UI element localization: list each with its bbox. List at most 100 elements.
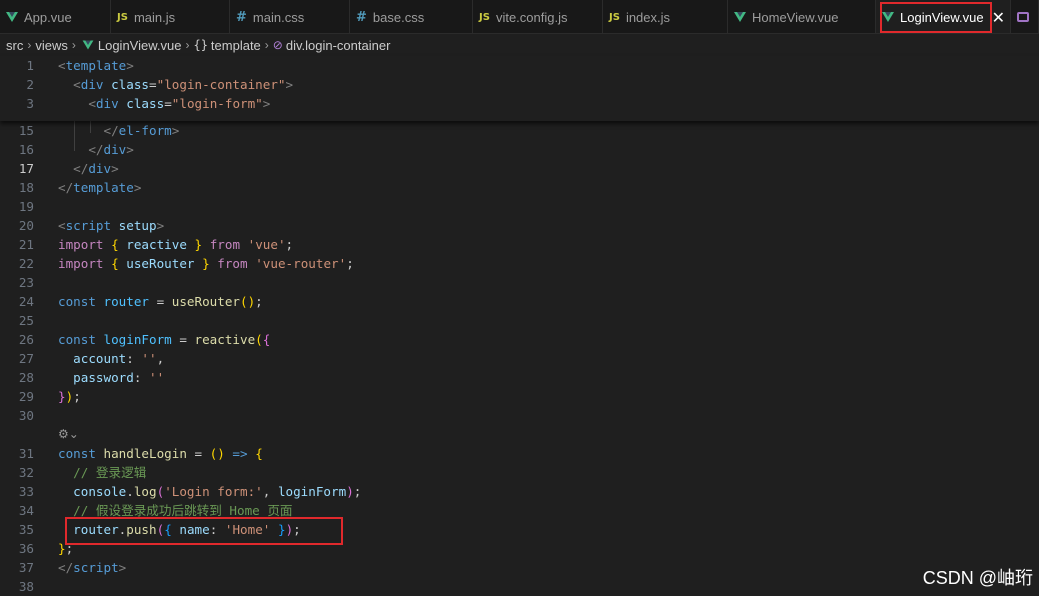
code-token: = bbox=[186, 446, 210, 461]
tab-loginview-vue[interactable]: LoginView.vue ✕ bbox=[876, 0, 1011, 33]
code-token: ; bbox=[285, 237, 294, 252]
breadcrumb-element[interactable]: div.login-container bbox=[286, 38, 391, 53]
code-line[interactable]: ⚙⌄ bbox=[0, 425, 1039, 444]
tab-homeview-vue[interactable]: HomeView.vue bbox=[728, 0, 876, 33]
code-text: <script setup> bbox=[58, 216, 164, 235]
line-number: 31 bbox=[18, 446, 34, 461]
line-number: 24 bbox=[18, 294, 34, 309]
code-token: = bbox=[149, 294, 172, 309]
code-token: reactive bbox=[118, 237, 195, 252]
code-text: password: '' bbox=[58, 368, 164, 387]
code-token: div bbox=[88, 161, 112, 176]
code-line[interactable]: 22 import { useRouter } from 'vue-router'… bbox=[0, 254, 1039, 273]
code-line[interactable]: 35 router.push({ name: 'Home' }); bbox=[0, 520, 1039, 539]
code-token: const bbox=[58, 446, 96, 461]
tab-app-vue[interactable]: App.vue bbox=[0, 0, 111, 33]
code-token: } bbox=[58, 389, 66, 404]
code-token: = bbox=[149, 77, 157, 92]
code-text: account: '', bbox=[58, 349, 164, 368]
code-line[interactable]: 30 bbox=[0, 406, 1039, 425]
code-token: < bbox=[58, 218, 66, 233]
code-line[interactable]: 36}; bbox=[0, 539, 1039, 558]
line-number: 15 bbox=[18, 123, 34, 138]
code-token: => bbox=[224, 446, 248, 461]
breadcrumb-file[interactable]: LoginView.vue bbox=[98, 38, 182, 53]
tab-overflow[interactable] bbox=[1011, 0, 1039, 33]
code-line[interactable]: 21 import { reactive } from 'vue'; bbox=[0, 235, 1039, 254]
code-line[interactable]: 17 </div> bbox=[0, 159, 1039, 178]
code-token: ) bbox=[346, 484, 354, 499]
code-line[interactable]: 37 </script> bbox=[0, 558, 1039, 577]
breadcrumb-src[interactable]: src bbox=[6, 38, 23, 53]
line-number: 2 bbox=[26, 77, 34, 92]
line-number: 35 bbox=[18, 522, 34, 537]
js-file-icon: JS bbox=[609, 11, 620, 23]
code-text: }); bbox=[58, 387, 81, 406]
codelens-icon[interactable]: ⚙⌄ bbox=[58, 425, 79, 444]
code-line[interactable]: 24 const router = useRouter(); bbox=[0, 292, 1039, 311]
breadcrumb-views[interactable]: views bbox=[35, 38, 68, 53]
code-line[interactable]: 38 bbox=[0, 577, 1039, 596]
code-token: script bbox=[65, 218, 112, 233]
code-line[interactable]: 29}); bbox=[0, 387, 1039, 406]
line-number: 1 bbox=[26, 58, 34, 73]
tab-index-js[interactable]: JS index.js bbox=[603, 0, 728, 33]
code-text: <div class="login-container"> bbox=[58, 75, 293, 94]
code-text: // 假设登录成功后跳转到 Home 页面 bbox=[58, 501, 292, 520]
breadcrumb-template[interactable]: template bbox=[211, 38, 261, 53]
code-token: , bbox=[262, 484, 278, 499]
code-token: : bbox=[126, 351, 142, 366]
tab-main-css[interactable]: # main.css bbox=[230, 0, 350, 33]
tab-label: main.css bbox=[252, 9, 305, 25]
code-token: loginForm bbox=[277, 484, 347, 499]
code-token: push bbox=[126, 522, 157, 537]
code-line[interactable]: 16 </div> bbox=[0, 140, 1039, 159]
code-line[interactable]: 28 password: '' bbox=[0, 368, 1039, 387]
code-line[interactable]: 2 <div class="login-container"> bbox=[0, 75, 1039, 94]
code-token: class bbox=[118, 96, 165, 111]
code-token: div bbox=[95, 96, 119, 111]
line-number: 33 bbox=[18, 484, 34, 499]
code-token: router bbox=[58, 522, 119, 537]
code-token: : bbox=[209, 522, 225, 537]
code-line[interactable]: 27 account: '', bbox=[0, 349, 1039, 368]
code-line[interactable]: 23 bbox=[0, 273, 1039, 292]
code-token: > bbox=[171, 123, 180, 138]
code-line[interactable]: 31 const handleLogin = () => { bbox=[0, 444, 1039, 463]
braces-icon: {} bbox=[193, 38, 208, 52]
code-token: < bbox=[58, 58, 66, 73]
code-editor[interactable]: 1 < template > 2 <div class="login-container… bbox=[0, 56, 1039, 596]
code-token: const bbox=[58, 332, 96, 347]
close-icon[interactable]: ✕ bbox=[992, 8, 1005, 27]
code-token: { bbox=[164, 522, 172, 537]
code-line[interactable]: 15 </el-form> bbox=[0, 121, 1039, 140]
code-line[interactable]: 1 <template> bbox=[0, 56, 1039, 75]
preview-icon bbox=[1017, 12, 1029, 22]
code-token: from bbox=[209, 256, 248, 271]
code-token: ; bbox=[293, 522, 301, 537]
code-token: name bbox=[171, 522, 210, 537]
code-token: template bbox=[73, 180, 134, 195]
code-token: > bbox=[126, 58, 134, 73]
tab-main-js[interactable]: JS main.js bbox=[111, 0, 230, 33]
code-line[interactable]: 20 <script setup> bbox=[0, 216, 1039, 235]
code-line[interactable]: 32 // 登录逻辑 bbox=[0, 463, 1039, 482]
code-line[interactable]: 3 <div class="login-form"> bbox=[0, 94, 1039, 113]
sticky-scroll-header[interactable]: 1 <template> 2 <div class="login-container… bbox=[0, 56, 1039, 121]
code-line[interactable]: 33 console.log('Login form:', loginForm)… bbox=[0, 482, 1039, 501]
code-line[interactable]: 25 bbox=[0, 311, 1039, 330]
code-text: // 登录逻辑 bbox=[58, 463, 146, 482]
code-line[interactable]: 18 </template> bbox=[0, 178, 1039, 197]
tab-vite-config-js[interactable]: JS vite.config.js bbox=[473, 0, 603, 33]
code-line[interactable]: 19 bbox=[0, 197, 1039, 216]
line-number: 38 bbox=[18, 579, 34, 594]
tab-base-css[interactable]: # base.css bbox=[350, 0, 473, 33]
code-line[interactable]: 34 // 假设登录成功后跳转到 Home 页面 bbox=[0, 501, 1039, 520]
editor-tab-bar: App.vue JS main.js # main.css # base.css… bbox=[0, 0, 1039, 34]
vue-file-icon bbox=[734, 12, 746, 22]
code-token: el-form bbox=[118, 123, 172, 138]
code-token: , bbox=[156, 351, 165, 366]
code-token: div bbox=[80, 77, 104, 92]
code-line[interactable]: 26 const loginForm = reactive({ bbox=[0, 330, 1039, 349]
